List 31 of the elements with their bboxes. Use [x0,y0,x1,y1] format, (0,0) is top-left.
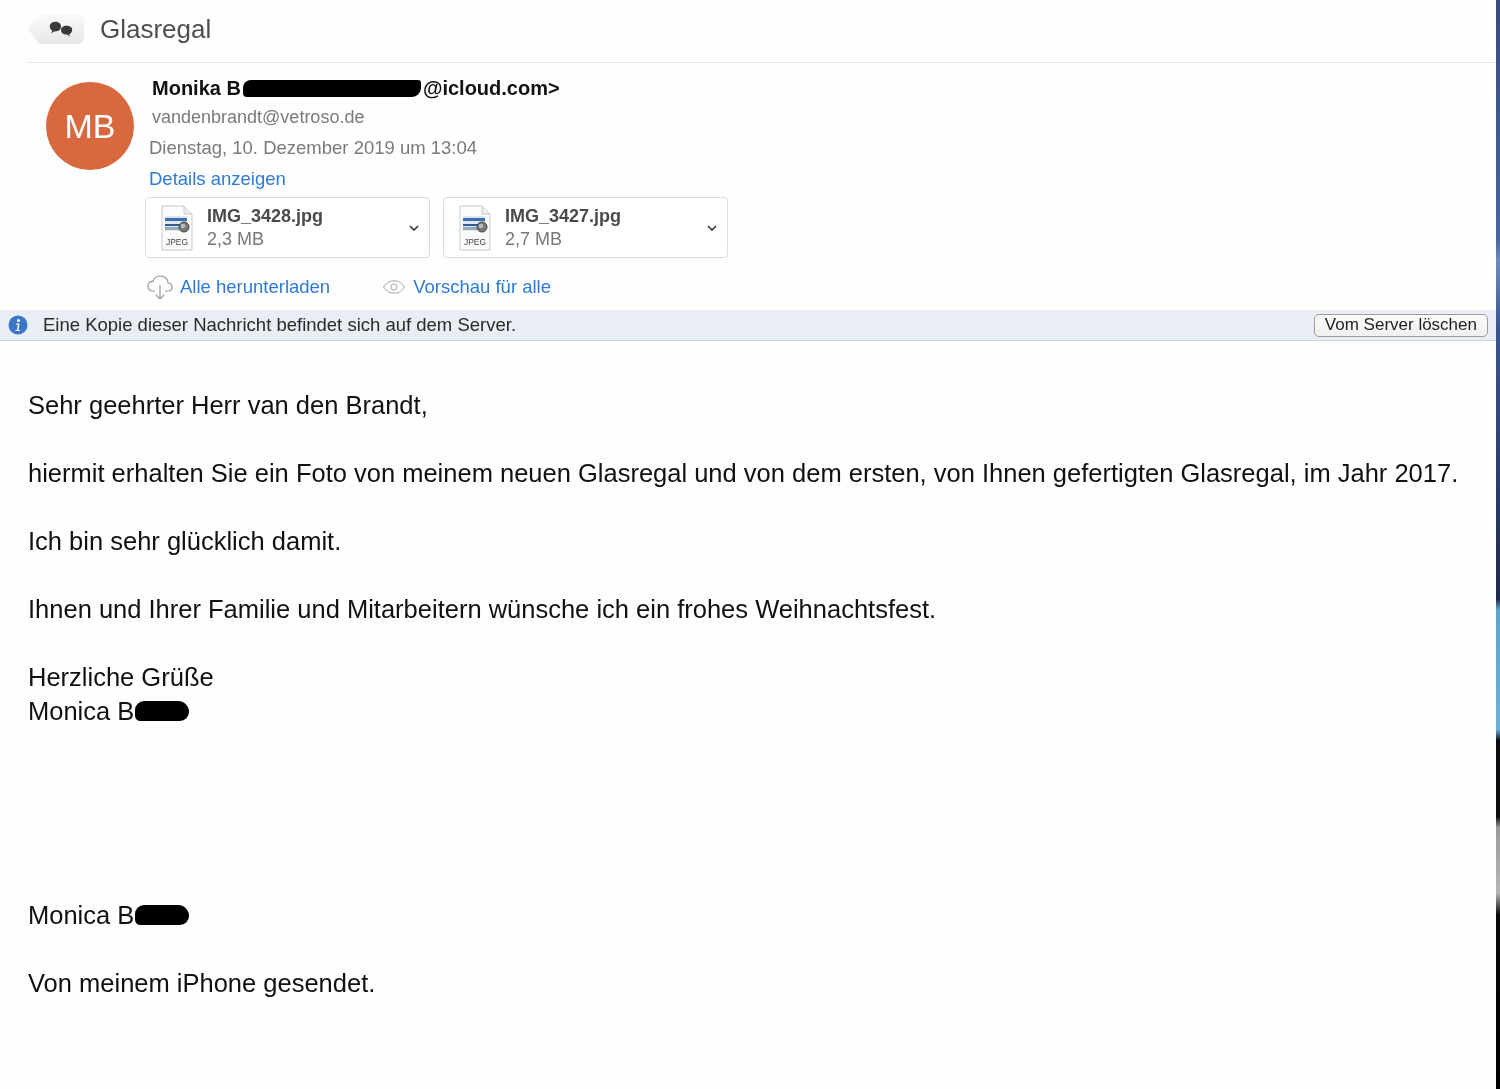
body-text: Monica B [28,696,135,727]
body-text: Von meinem iPhone gesendet. [28,968,376,999]
speech-bubbles-icon [49,21,73,37]
body-text: Monica B [28,900,135,931]
avatar-circle: MB [46,82,134,170]
details-link[interactable]: Details anzeigen [149,163,286,194]
message-date: Dienstag, 10. Dezember 2019 um 13:04 [149,136,478,160]
attachment-name: IMG_3427.jpg [505,204,622,228]
thread-title: Glasregal [100,13,212,45]
body-text: Ich bin sehr glücklich damit. [28,526,342,557]
sender-address: @icloud.com> [422,76,560,100]
file-type-label: JPEG [463,236,487,247]
body-text: Ihnen und Ihrer Familie und Mitarbeitern wünsche ich ein frohes Weihnachtsfest. [28,594,937,625]
action-link[interactable]: Alle herunterladen [180,276,331,298]
sender-name: Monika B [152,76,241,100]
body-text: hiermit erhalten Sie ein Foto von meinem neuen Glasregal und von dem ersten, von Ihnen gefertigten Glasregal, im Jahr 2017. [28,458,1459,489]
recipient-address: vandenbrandt@vetroso.de [152,106,365,129]
body-text: Sehr geehrter Herr van den Brandt, [28,390,428,421]
chevron-icon[interactable] [707,224,717,231]
file-type-label: JPEG [165,236,189,247]
attachment-size: 2,3 MB [207,227,265,251]
chevron-icon[interactable] [409,224,419,231]
body-text: Herzliche Grüße [28,662,214,693]
info-icon [8,315,28,335]
back-button[interactable] [28,14,84,44]
action-link[interactable]: Vorschau für alle [413,276,551,298]
attachment-name: IMG_3428.jpg [207,204,324,228]
attachment-size: 2,7 MB [505,227,563,251]
notice-text: Eine Kopie dieser Nachricht befindet sich auf dem Server. [43,314,518,336]
delete-from-server-button[interactable]: Vom Server löschen [1313,313,1488,337]
cloud-download-icon[interactable] [147,274,173,300]
